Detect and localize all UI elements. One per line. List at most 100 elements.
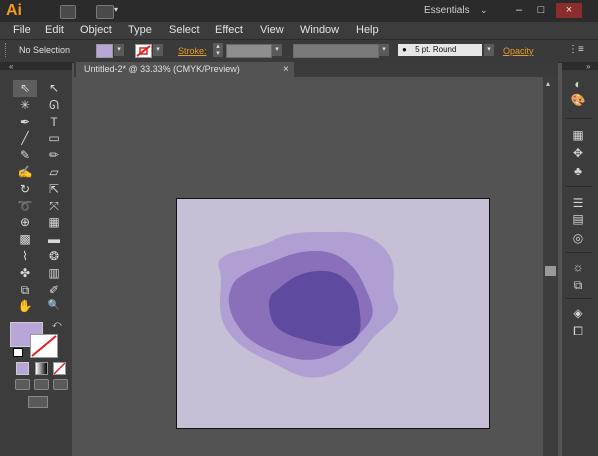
gradient-tool-icon[interactable]: ▬	[44, 232, 64, 246]
title-bar	[0, 0, 598, 22]
control-bar-grip[interactable]	[5, 43, 9, 57]
stroke-weight-stepper[interactable]: ▴ ▾	[213, 43, 223, 57]
menu-help[interactable]: Help	[356, 24, 379, 36]
pen-tool-icon[interactable]: ✒	[15, 115, 35, 129]
none-slash-icon	[53, 362, 66, 375]
shape-builder-tool-icon[interactable]: ⊕	[15, 215, 35, 229]
menu-type[interactable]: Type	[128, 24, 152, 36]
stroke-icon[interactable]: ☰	[566, 196, 590, 211]
type-tool-icon[interactable]: T	[44, 115, 64, 129]
menu-edit[interactable]: Edit	[45, 24, 64, 36]
selection-status: No Selection	[19, 45, 71, 55]
pencil-tool-icon[interactable]: ✏	[44, 148, 64, 162]
artboard-tool-icon[interactable]: ⧉	[15, 283, 35, 297]
close-button[interactable]: ×	[556, 3, 582, 18]
zoom-tool-icon[interactable]: 🔍	[44, 299, 64, 313]
eraser-tool-icon[interactable]: ▱	[44, 165, 64, 179]
scroll-up-icon[interactable]: ▴	[546, 79, 550, 88]
rectangle-tool-icon[interactable]: ▭	[44, 131, 64, 145]
profile-chevron-icon[interactable]: ▾	[379, 44, 389, 56]
draw-inside-icon[interactable]	[53, 379, 68, 390]
expand-panels-icon[interactable]: »	[586, 62, 590, 71]
chevron-down-icon[interactable]: ⌄	[480, 5, 488, 16]
menu-file[interactable]: File	[13, 24, 31, 36]
minimize-button[interactable]: –	[510, 3, 528, 18]
rotate-tool-icon[interactable]: ↻	[15, 182, 35, 196]
menu-select[interactable]: Select	[169, 24, 200, 36]
selection-tool-icon[interactable]: ⇖	[15, 81, 35, 95]
arrange-dropdown-chevron-icon[interactable]: ▾	[114, 5, 118, 14]
opacity-label[interactable]: Opacity	[503, 46, 534, 56]
symbol-sprayer-tool-icon[interactable]: ✤	[15, 266, 35, 280]
document-tab[interactable]: Untitled-2* @ 33.33% (CMYK/Preview)	[76, 62, 294, 77]
variable-width-profile-field[interactable]	[293, 44, 379, 58]
slice-tool-icon[interactable]: ✐	[44, 283, 64, 297]
graphic-styles-icon[interactable]: ⧉	[566, 278, 590, 293]
menu-object[interactable]: Object	[80, 24, 112, 36]
menu-window[interactable]: Window	[300, 24, 339, 36]
document-tab-title: Untitled-2* @ 33.33% (CMYK/Preview)	[84, 64, 240, 74]
control-panel-menu-icon[interactable]: ⋮≡	[568, 44, 584, 55]
stroke-label[interactable]: Stroke:	[178, 46, 207, 56]
close-document-icon[interactable]: ×	[283, 62, 289, 77]
menu-effect[interactable]: Effect	[215, 24, 243, 36]
bridge-icon[interactable]	[60, 5, 76, 19]
lasso-tool-icon[interactable]: ᘏ	[44, 98, 64, 112]
panel-group-separator	[566, 298, 592, 299]
line-tool-icon[interactable]: ╱	[15, 131, 35, 145]
arrange-documents-icon[interactable]	[96, 5, 114, 19]
artboards-icon[interactable]: ⧠	[566, 324, 590, 339]
screen-mode-icon[interactable]	[28, 396, 48, 408]
mesh-tool-icon[interactable]: ▩	[15, 232, 35, 246]
magic-wand-tool-icon[interactable]: ✳	[15, 98, 35, 112]
default-fill-stroke-icon[interactable]	[13, 348, 23, 357]
stroke-weight-chevron-icon[interactable]: ▾	[272, 44, 282, 56]
paintbrush-tool-icon[interactable]: ✎	[15, 148, 35, 162]
color-mode-icon[interactable]	[16, 362, 29, 375]
stroke-color-box[interactable]	[30, 334, 58, 358]
brush-definition-field[interactable]: ● 5 pt. Round	[398, 44, 482, 56]
brush-chevron-icon[interactable]: ▾	[484, 44, 494, 56]
brushes-icon[interactable]: ✥	[566, 146, 590, 161]
perspective-grid-tool-icon[interactable]: ▦	[44, 215, 64, 229]
swatches-icon[interactable]: ▦	[566, 128, 590, 143]
gradient-icon[interactable]: ▤	[566, 212, 590, 227]
panel-group-separator	[566, 252, 592, 253]
scale-tool-icon[interactable]: ⇱	[44, 182, 64, 196]
draw-behind-icon[interactable]	[34, 379, 49, 390]
workspace-switcher[interactable]: Essentials	[424, 5, 470, 16]
none-mode-icon[interactable]	[53, 362, 66, 375]
panel-group-separator	[566, 118, 592, 119]
blob-artwork	[218, 231, 399, 378]
collapse-panel-icon[interactable]: «	[9, 62, 13, 71]
color-guide-icon[interactable]: 🎨	[566, 93, 590, 108]
eyedropper-tool-icon[interactable]: ⌇	[15, 249, 35, 263]
color-panel-icon[interactable]: ◐	[566, 77, 590, 92]
direct-selection-tool-icon[interactable]: ↖	[44, 81, 64, 95]
fill-dropdown-chevron-icon[interactable]: ▾	[114, 44, 124, 56]
swap-fill-stroke-icon[interactable]: ⤺	[52, 319, 62, 330]
appearance-icon[interactable]: ☼	[566, 260, 590, 275]
symbols-icon[interactable]: ♣	[566, 164, 590, 179]
scrollbar-thumb[interactable]	[545, 266, 556, 276]
menu-view[interactable]: View	[260, 24, 284, 36]
brush-dot-icon: ●	[402, 45, 407, 54]
gradient-mode-icon[interactable]	[35, 362, 48, 375]
maximize-button[interactable]: □	[532, 3, 550, 18]
transparency-icon[interactable]: ◎	[566, 231, 590, 246]
free-transform-tool-icon[interactable]: ⤧	[44, 199, 64, 213]
blob-brush-tool-icon[interactable]: ✍	[15, 165, 35, 179]
hand-tool-icon[interactable]: ✋	[15, 299, 35, 313]
layers-icon[interactable]: ◈	[566, 306, 590, 321]
artboard[interactable]	[176, 198, 490, 429]
panel-dock-header[interactable]	[562, 62, 598, 70]
stroke-swatch[interactable]	[135, 44, 152, 58]
app-logo: Ai	[6, 2, 22, 19]
column-graph-tool-icon[interactable]: ▥	[44, 266, 64, 280]
stroke-dropdown-chevron-icon[interactable]: ▾	[153, 44, 163, 56]
fill-swatch[interactable]	[96, 44, 113, 58]
stroke-weight-input[interactable]	[226, 44, 272, 58]
draw-normal-icon[interactable]	[15, 379, 30, 390]
blend-tool-icon[interactable]: ❂	[44, 249, 64, 263]
warp-tool-icon[interactable]: ➰	[15, 199, 35, 213]
